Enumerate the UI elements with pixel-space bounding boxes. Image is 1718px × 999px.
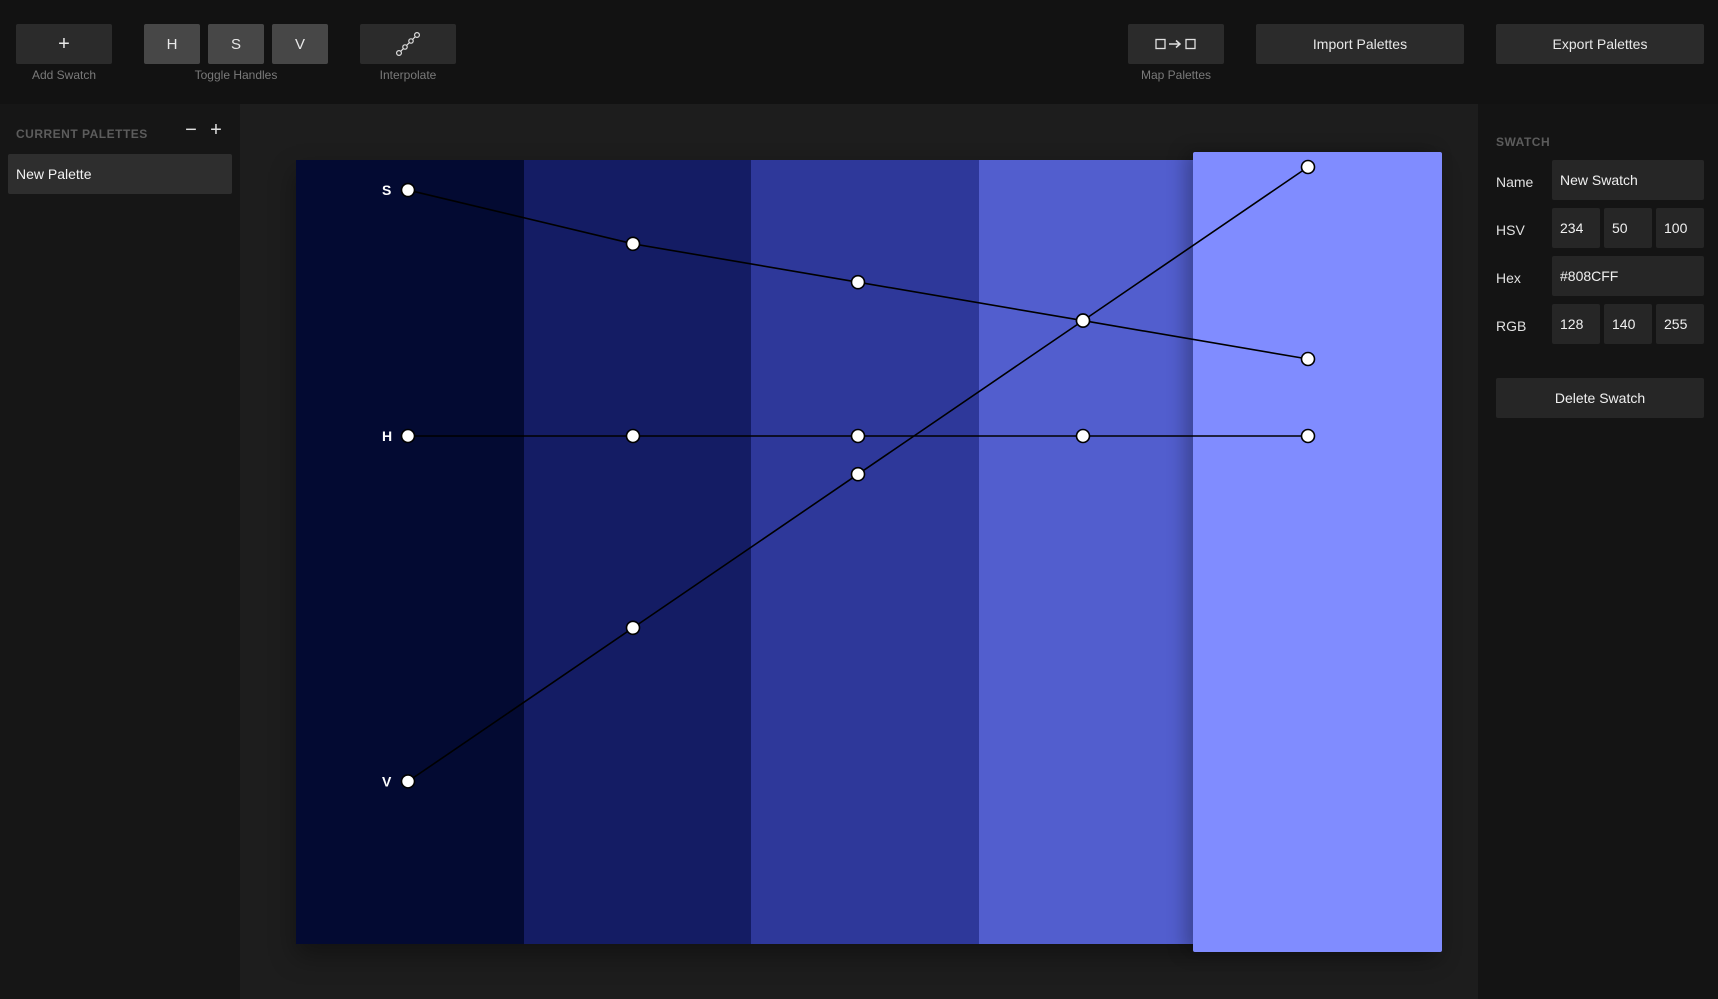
h-handle[interactable] bbox=[625, 428, 641, 444]
swatch-name-field[interactable]: New Swatch bbox=[1552, 160, 1704, 200]
map-palettes-label: Map Palettes bbox=[1140, 68, 1212, 82]
hex-field[interactable]: #808CFF bbox=[1552, 256, 1704, 296]
h-handle[interactable] bbox=[400, 428, 416, 444]
panel-title: SWATCH bbox=[1496, 135, 1551, 149]
name-label: Name bbox=[1496, 174, 1534, 190]
interpolate-label: Interpolate bbox=[379, 68, 437, 82]
v-handle[interactable] bbox=[625, 620, 641, 636]
toggle-s-button[interactable]: S bbox=[208, 24, 264, 64]
export-palettes-button[interactable]: Export Palettes bbox=[1496, 24, 1704, 64]
s-handle[interactable] bbox=[625, 236, 641, 252]
add-swatch-button[interactable]: + bbox=[16, 24, 112, 64]
v-handle[interactable] bbox=[400, 774, 416, 789]
interpolate-icon bbox=[395, 31, 421, 57]
plus-icon: + bbox=[58, 32, 70, 55]
swatch[interactable] bbox=[296, 160, 524, 944]
hsv-label: HSV bbox=[1496, 222, 1525, 238]
hex-label: Hex bbox=[1496, 270, 1521, 286]
hue-field[interactable]: 234 bbox=[1552, 208, 1600, 248]
remove-palette-button[interactable]: − bbox=[181, 118, 201, 142]
v-handle[interactable] bbox=[850, 466, 866, 482]
toggle-handles-label: Toggle Handles bbox=[194, 68, 278, 82]
saturation-field[interactable]: 50 bbox=[1604, 208, 1652, 248]
add-swatch-label: Add Swatch bbox=[31, 68, 97, 82]
h-handle[interactable] bbox=[1075, 428, 1091, 444]
toggle-v-button[interactable]: V bbox=[272, 24, 328, 64]
swatch[interactable] bbox=[523, 160, 752, 944]
h-handle[interactable] bbox=[1300, 428, 1316, 444]
import-palettes-button[interactable]: Import Palettes bbox=[1256, 24, 1464, 64]
sidebar-title: CURRENT PALETTES bbox=[16, 127, 148, 141]
swatch[interactable] bbox=[978, 160, 1207, 944]
h-handle[interactable] bbox=[850, 428, 866, 444]
s-handle[interactable] bbox=[400, 182, 416, 198]
interpolate-button[interactable] bbox=[360, 24, 456, 64]
v-handle[interactable] bbox=[1300, 159, 1316, 175]
palettes-sidebar: CURRENT PALETTES − + New Palette bbox=[0, 104, 240, 999]
swatch[interactable] bbox=[751, 160, 979, 944]
map-palettes-button[interactable] bbox=[1128, 24, 1224, 64]
blue-field[interactable]: 255 bbox=[1656, 304, 1704, 344]
toggle-h-button[interactable]: H bbox=[144, 24, 200, 64]
rgb-label: RGB bbox=[1496, 318, 1527, 334]
swatch-panel: SWATCH Name New Swatch HSV 234 50 100 He… bbox=[1478, 104, 1718, 999]
green-field[interactable]: 140 bbox=[1604, 304, 1652, 344]
palette-list-item[interactable]: New Palette bbox=[8, 154, 232, 194]
v-handle[interactable] bbox=[1075, 313, 1091, 328]
red-field[interactable]: 128 bbox=[1552, 304, 1600, 344]
swatch-selected[interactable] bbox=[1193, 152, 1442, 952]
map-palettes-icon bbox=[1155, 38, 1196, 50]
s-handle[interactable] bbox=[1300, 351, 1316, 367]
s-handle[interactable] bbox=[850, 274, 866, 290]
delete-swatch-button[interactable]: Delete Swatch bbox=[1496, 378, 1704, 418]
toolbar: + Add Swatch H S V Toggle Handles Interp… bbox=[0, 0, 1718, 104]
add-palette-button[interactable]: + bbox=[206, 118, 226, 142]
value-field[interactable]: 100 bbox=[1656, 208, 1704, 248]
